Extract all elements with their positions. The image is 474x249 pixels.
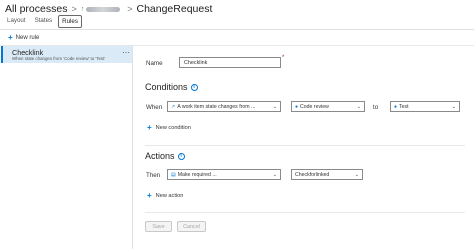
new-condition-button[interactable]: + New condition xyxy=(147,123,191,132)
new-action-button[interactable]: + New action xyxy=(147,191,184,200)
when-label: When xyxy=(146,104,163,111)
tab-states[interactable]: States xyxy=(32,15,56,28)
rule-description: When state changes from 'Code review' to… xyxy=(12,56,106,61)
inherited-process-icon: ↑ xyxy=(80,5,85,13)
required-marker: * xyxy=(282,55,285,61)
header-divider xyxy=(0,29,474,30)
condition-type-value: A work item state changes from ... xyxy=(177,103,256,110)
parent-process-link[interactable] xyxy=(86,6,121,12)
section-divider xyxy=(145,212,465,213)
from-state-select[interactable]: ● Code review ⌄ xyxy=(291,101,365,112)
conditions-heading: Conditions i xyxy=(145,82,198,92)
rules-list-pane xyxy=(0,46,133,249)
new-condition-label: New condition xyxy=(155,125,191,131)
from-state-value: Code review xyxy=(300,103,329,110)
info-icon[interactable]: i xyxy=(190,83,198,91)
plus-icon: + xyxy=(147,191,152,200)
state-dot-icon: ● xyxy=(394,103,398,110)
target-field-select[interactable]: Checkforlinked ⌄ xyxy=(291,169,363,180)
more-options-icon[interactable]: ⋯ xyxy=(122,49,130,57)
breadcrumb-separator: > xyxy=(71,4,77,14)
action-icon: ▤ xyxy=(171,171,176,178)
plus-icon: + xyxy=(147,123,152,132)
chevron-down-icon: ⌄ xyxy=(356,103,361,110)
state-dot-icon: ● xyxy=(295,103,299,110)
to-label: to xyxy=(373,104,379,111)
tab-bar: Layout States Rules xyxy=(4,15,82,28)
breadcrumb-root-link[interactable]: All processes xyxy=(5,3,67,15)
breadcrumb: All processes > ↑ > ChangeRequest xyxy=(5,2,212,16)
tab-layout[interactable]: Layout xyxy=(4,15,29,28)
info-icon[interactable]: i xyxy=(177,152,185,160)
cancel-button[interactable]: Cancel xyxy=(177,221,206,232)
page-title: ChangeRequest xyxy=(136,3,213,15)
actions-heading: Actions i xyxy=(145,151,185,161)
target-field-value: Checkforlinked xyxy=(295,171,330,178)
action-type-select[interactable]: ▤ Make required ... ⌄ xyxy=(167,169,281,180)
new-rule-button[interactable]: + New rule xyxy=(8,33,40,42)
chevron-down-icon: ⌄ xyxy=(354,171,359,178)
new-rule-label: New rule xyxy=(15,35,40,41)
breadcrumb-separator-2: > xyxy=(127,4,133,14)
rule-name-input[interactable]: Checklink xyxy=(179,57,281,68)
workitem-icon: ↗ xyxy=(171,103,176,110)
chevron-down-icon: ⌄ xyxy=(272,103,277,110)
new-action-label: New action xyxy=(155,193,184,199)
condition-type-select[interactable]: ↗ A work item state changes from ... ⌄ xyxy=(167,101,281,112)
actions-title: Actions xyxy=(145,151,175,161)
plus-icon: + xyxy=(8,33,13,42)
chevron-down-icon: ⌄ xyxy=(272,171,277,178)
to-state-select[interactable]: ● Test ⌄ xyxy=(390,101,460,112)
conditions-title: Conditions xyxy=(145,82,188,92)
name-label: Name xyxy=(146,60,163,67)
action-type-value: Make required ... xyxy=(177,171,217,178)
then-label: Then xyxy=(146,172,161,179)
tab-rules[interactable]: Rules xyxy=(58,15,82,28)
section-divider xyxy=(145,145,465,146)
save-button[interactable]: Save xyxy=(145,221,172,232)
chevron-down-icon: ⌄ xyxy=(451,103,456,110)
to-state-value: Test xyxy=(399,103,409,110)
